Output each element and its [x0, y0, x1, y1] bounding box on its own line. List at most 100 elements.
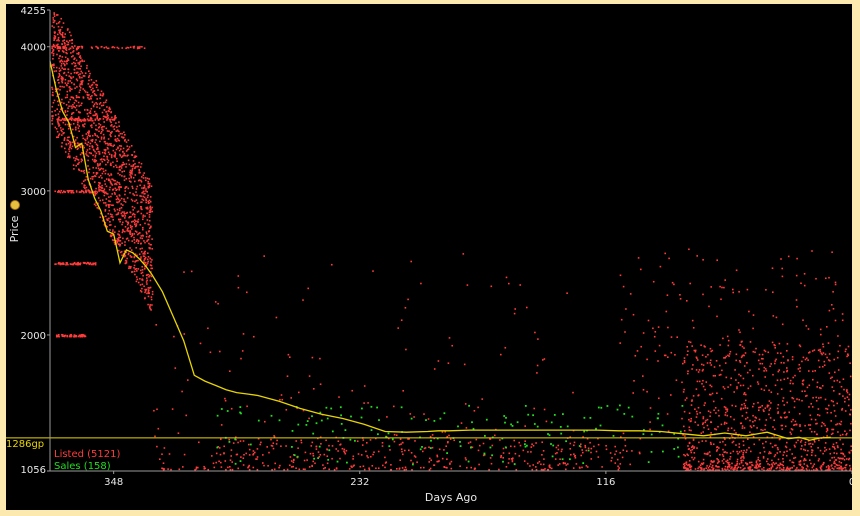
- listed-point: [812, 378, 814, 381]
- listed-point: [127, 159, 130, 162]
- listed-point: [712, 375, 715, 377]
- listed-point: [150, 298, 153, 301]
- listed-point: [836, 464, 839, 467]
- listed-point: [112, 161, 114, 164]
- listed-point: [781, 275, 784, 278]
- listed-point: [133, 239, 135, 241]
- listed-point: [405, 348, 407, 351]
- listed-point: [758, 463, 761, 466]
- listed-point: [51, 117, 54, 120]
- listed-point: [114, 193, 116, 195]
- listed-point: [276, 439, 278, 442]
- listed-point: [51, 110, 53, 113]
- listed-point: [481, 398, 483, 400]
- listed-point: [110, 215, 112, 218]
- listed-point: [53, 13, 56, 16]
- listed-point: [63, 36, 66, 38]
- listed-point: [115, 183, 118, 186]
- listed-point: [778, 369, 780, 371]
- listed-point: [565, 464, 568, 466]
- listed-point: [842, 395, 844, 397]
- listed-point: [115, 189, 117, 191]
- listed-point: [478, 463, 480, 466]
- listed-point: [700, 432, 703, 434]
- listed-point: [542, 359, 544, 361]
- listed-point: [817, 414, 819, 416]
- listed-point: [163, 447, 166, 449]
- listed-point: [243, 454, 245, 456]
- listed-point: [131, 271, 134, 273]
- sale-point: [387, 432, 390, 435]
- listed-point: [260, 441, 262, 444]
- sale-point: [565, 440, 567, 443]
- listed-point: [749, 431, 751, 433]
- listed-point: [758, 439, 761, 441]
- sale-point: [467, 460, 470, 463]
- listed-point: [359, 465, 362, 468]
- listed-point: [122, 204, 124, 206]
- listed-point: [489, 457, 492, 459]
- listed-point: [96, 135, 98, 137]
- listed-point: [357, 453, 360, 455]
- listed-point: [110, 135, 112, 138]
- listed-point: [833, 390, 835, 392]
- listed-point: [116, 166, 118, 169]
- listed-point: [116, 160, 118, 162]
- listed-point: [149, 305, 151, 308]
- listed-point: [140, 251, 143, 253]
- sale-point: [360, 416, 363, 419]
- listed-point: [64, 64, 66, 67]
- listed-point: [80, 65, 82, 68]
- listed-point: [328, 444, 330, 447]
- listed-point: [133, 270, 136, 273]
- sale-point: [524, 445, 527, 448]
- listed-point: [799, 370, 801, 373]
- listed-point: [560, 450, 563, 453]
- listed-point: [100, 90, 103, 93]
- listed-point: [810, 430, 813, 433]
- listed-point: [66, 59, 68, 62]
- listed-point: [793, 457, 795, 459]
- listed-point: [773, 455, 776, 458]
- listed-point: [756, 427, 758, 429]
- listed-point: [310, 445, 313, 447]
- listed-point: [757, 458, 759, 461]
- listed-point: [742, 452, 745, 454]
- listed-point: [840, 420, 843, 423]
- y-tick-label: 4000: [21, 43, 46, 54]
- listed-point: [127, 187, 130, 190]
- listed-point: [353, 464, 355, 467]
- listed-point: [804, 424, 806, 427]
- listed-point: [709, 463, 712, 465]
- listed-point: [59, 30, 61, 32]
- listed-point: [290, 460, 293, 462]
- listed-point: [796, 467, 798, 469]
- listed-point: [72, 128, 74, 131]
- listed-point: [811, 449, 814, 452]
- listed-point: [149, 247, 151, 250]
- listed-point: [130, 176, 132, 179]
- listed-point: [150, 185, 153, 187]
- listed-point: [363, 402, 365, 404]
- listed-point: [131, 205, 134, 208]
- listed-point: [738, 291, 740, 293]
- listed-point: [126, 46, 129, 49]
- x-tick-label: 0: [849, 477, 852, 488]
- listed-point: [778, 342, 781, 345]
- listed-point: [219, 350, 221, 353]
- listed-point: [397, 327, 399, 329]
- listed-point: [71, 112, 74, 114]
- listed-point: [754, 419, 756, 422]
- listed-point: [710, 385, 713, 388]
- listed-point: [312, 452, 314, 455]
- listed-point: [709, 359, 712, 362]
- listed-point: [97, 167, 100, 170]
- listed-point: [118, 186, 121, 188]
- listed-point: [352, 458, 354, 460]
- listed-point: [774, 362, 776, 365]
- listed-point: [443, 449, 445, 451]
- listed-point: [385, 461, 387, 463]
- listed-point: [134, 156, 136, 158]
- listed-point: [81, 119, 84, 121]
- listed-point: [574, 457, 577, 459]
